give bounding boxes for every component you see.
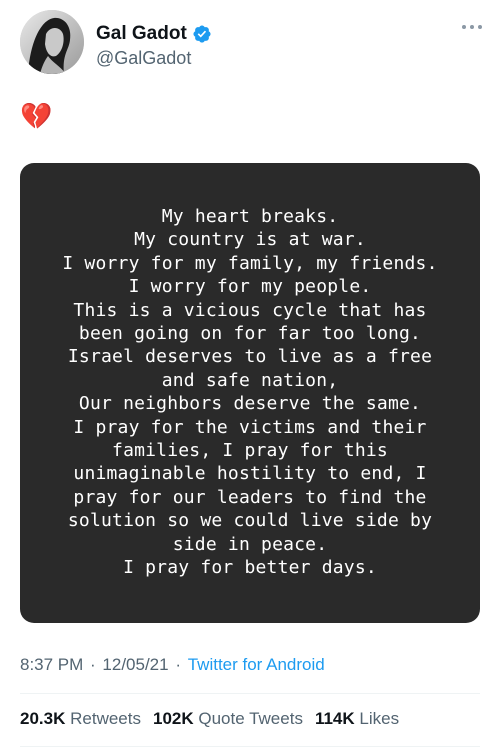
separator-dot: ·: [170, 655, 186, 674]
retweets-label: Retweets: [70, 709, 141, 728]
tweet-image[interactable]: My heart breaks. My country is at war. I…: [20, 163, 480, 623]
quote-tweets-label: Quote Tweets: [198, 709, 303, 728]
tweet-detail: Gal Gadot @GalGadot 💔 My heart breaks. M…: [0, 0, 500, 751]
engagement-stats: 20.3K Retweets 102K Quote Tweets 114K Li…: [20, 709, 399, 729]
separator-dot: ·: [85, 655, 101, 674]
quote-tweets-count: 102K: [152, 709, 194, 728]
broken-heart-emoji: 💔: [20, 101, 53, 131]
tweet-time[interactable]: 8:37 PM: [20, 655, 83, 674]
tweet-date[interactable]: 12/05/21: [102, 655, 168, 674]
verified-badge-icon: [192, 24, 212, 44]
likes-label: Likes: [359, 709, 400, 728]
divider: [20, 746, 480, 747]
divider: [20, 693, 480, 694]
retweets-count: 20.3K: [20, 709, 66, 728]
name-line: Gal Gadot: [96, 23, 212, 45]
avatar[interactable]: [20, 10, 84, 74]
likes-count: 114K: [314, 709, 355, 728]
statement-text: My heart breaks. My country is at war. I…: [62, 206, 438, 579]
retweets-stat[interactable]: 20.3K Retweets: [20, 709, 141, 729]
likes-stat[interactable]: 114K Likes: [315, 709, 399, 729]
user-handle[interactable]: @GalGadot: [96, 48, 191, 69]
tweet-metadata: 8:37 PM · 12/05/21 · Twitter for Android: [20, 655, 325, 675]
display-name[interactable]: Gal Gadot: [96, 23, 187, 45]
more-options-icon[interactable]: [460, 20, 484, 34]
tweet-source[interactable]: Twitter for Android: [188, 655, 325, 674]
tweet-header: Gal Gadot @GalGadot: [20, 10, 484, 74]
quote-tweets-stat[interactable]: 102K Quote Tweets: [153, 709, 303, 729]
avatar-image: [20, 10, 84, 74]
